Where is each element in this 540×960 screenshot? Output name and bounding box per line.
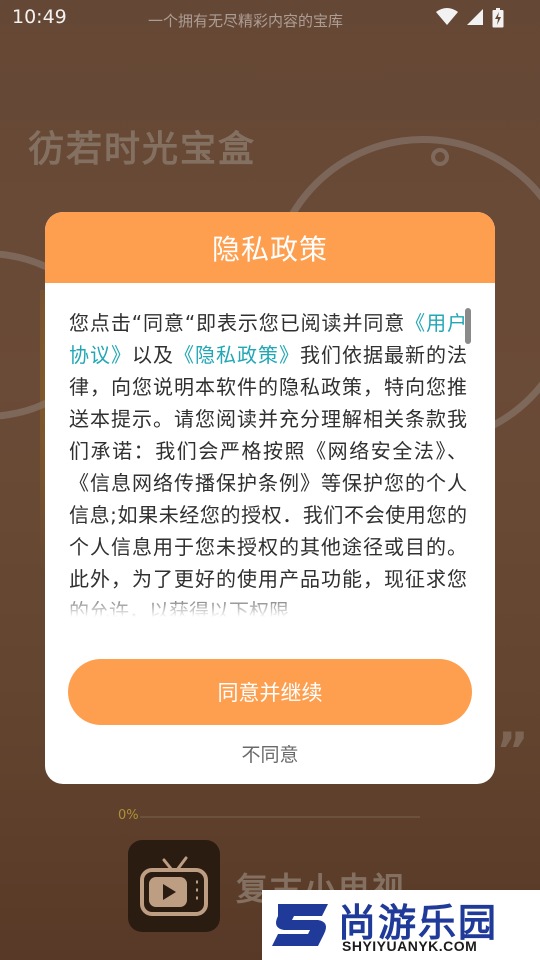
- dialog-header: 隐私政策: [45, 212, 495, 283]
- disagree-button[interactable]: 不同意: [45, 740, 495, 770]
- privacy-policy-link[interactable]: 《隐私政策》: [174, 343, 300, 367]
- dialog-scrollbar[interactable]: [465, 308, 471, 344]
- watermark-url: SHYIYUANYK.COM: [342, 938, 478, 954]
- agree-continue-button[interactable]: 同意并继续: [68, 659, 472, 725]
- site-watermark: 尚游乐园 SHYIYUANYK.COM: [262, 890, 540, 960]
- dialog-title: 隐私政策: [211, 232, 328, 266]
- privacy-policy-dialog: 隐私政策 您点击“同意“即表示您已阅读并同意《用户协议》以及《隐私政策》我们依据…: [45, 212, 495, 784]
- body-text-and: 以及: [132, 343, 174, 367]
- s-logo-icon: [272, 904, 328, 946]
- dialog-body-text[interactable]: 您点击“同意“即表示您已阅读并同意《用户协议》以及《隐私政策》我们依据最新的法律…: [69, 307, 467, 617]
- body-text-intro: 您点击“同意“即表示您已阅读并同意: [69, 311, 406, 335]
- body-text-main: 我们依据最新的法律，向您说明本软件的隐私政策，特向您推送本提示。请您阅读并充分理…: [69, 343, 467, 617]
